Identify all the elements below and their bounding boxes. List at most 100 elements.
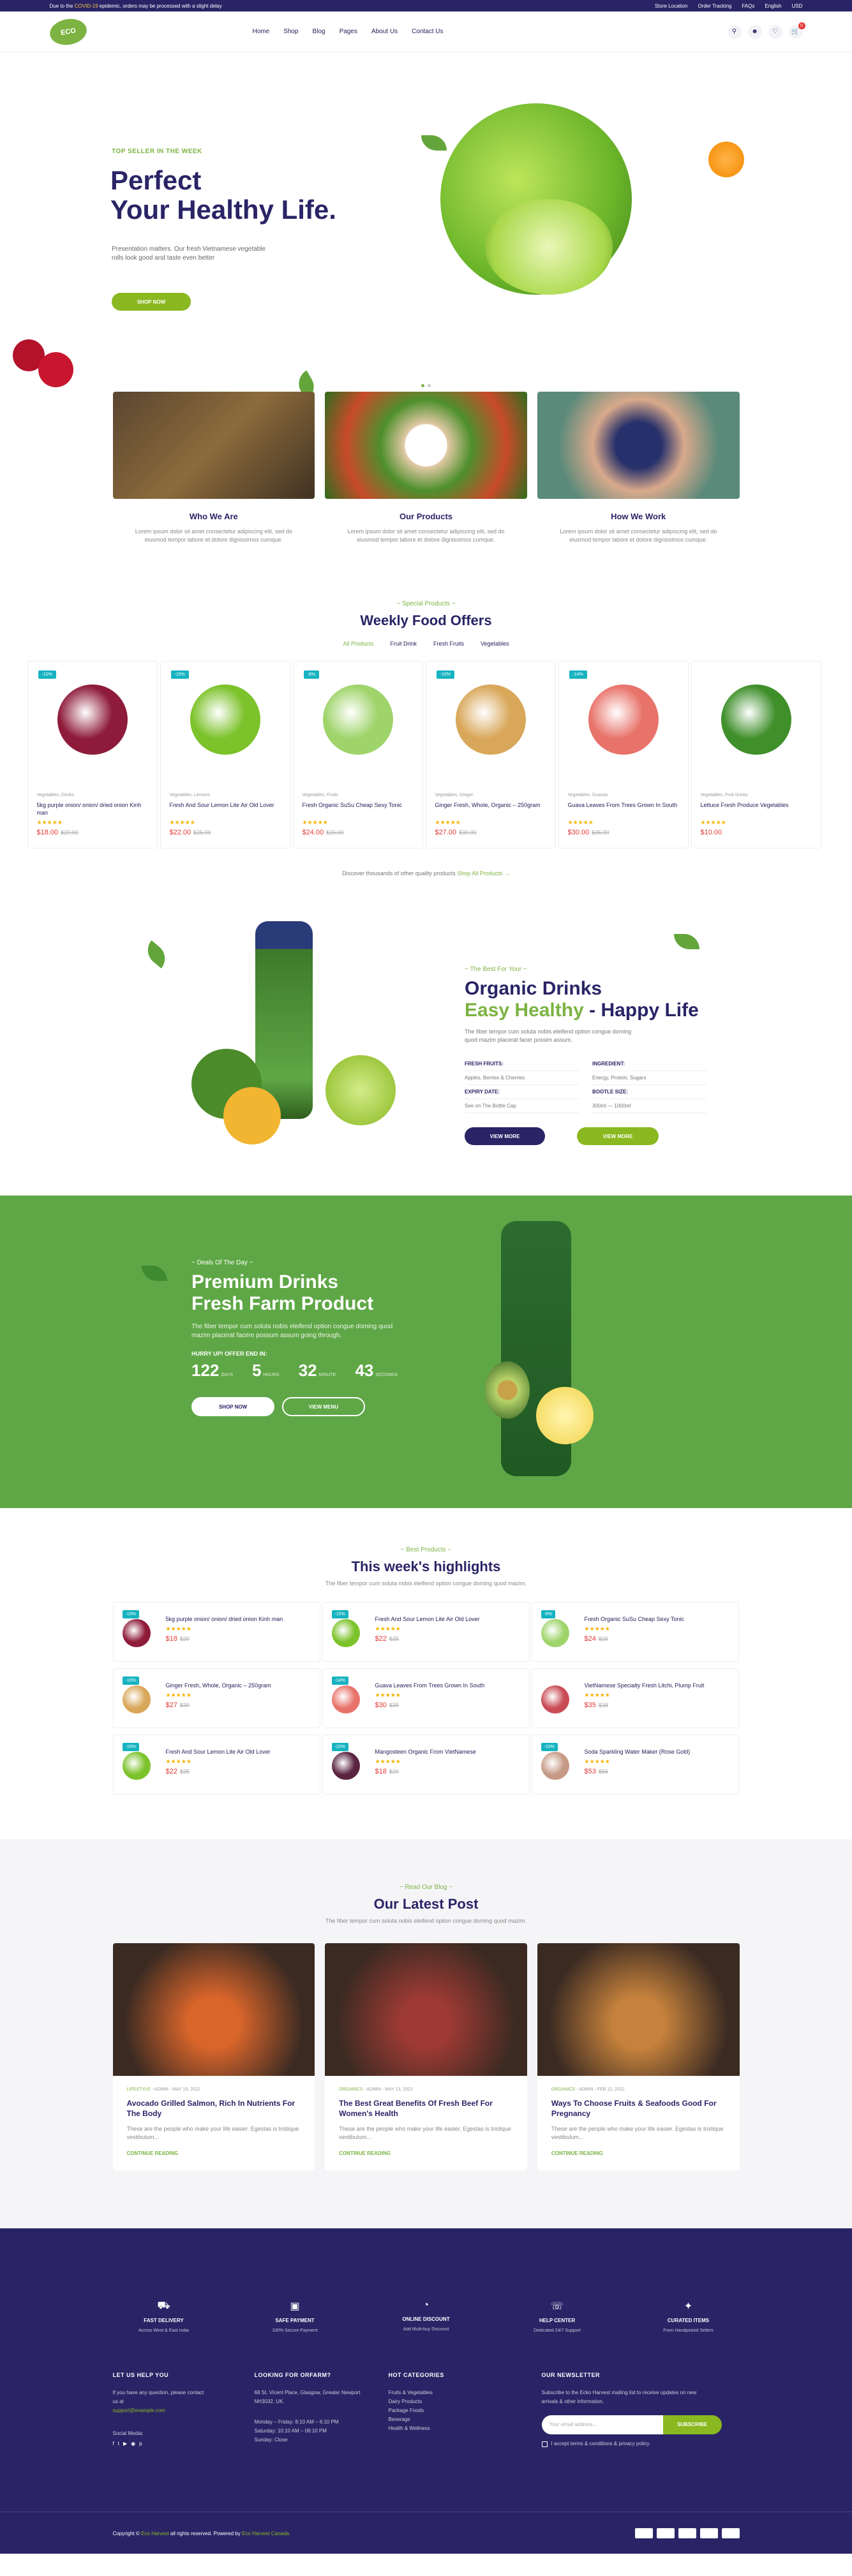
product-card[interactable]: Vegetables, Fruit Drinks Lettuce Fresh Pr… xyxy=(691,661,821,848)
post-category[interactable]: ORGANICS xyxy=(551,2087,575,2092)
continue-reading-link[interactable]: CONTINUE READING xyxy=(339,2150,513,2156)
product-image[interactable] xyxy=(588,685,659,755)
post-image[interactable] xyxy=(112,1943,315,2076)
product-image[interactable] xyxy=(322,685,393,755)
tab-vegetables[interactable]: Vegetables xyxy=(481,640,509,647)
youtube-icon[interactable]: ▶ xyxy=(123,2439,127,2448)
post-category[interactable]: LIFESTYLE xyxy=(127,2087,151,2092)
slider-dots[interactable] xyxy=(421,384,431,387)
product-card[interactable]: -10% Vegetables, Drinks 5kg purple onion/ … xyxy=(27,661,158,848)
post-title[interactable]: Avocado Grilled Salmon, Rich In Nutrient… xyxy=(127,2098,301,2119)
highlight-card[interactable]: -15% Fresh And Sour Lemon Lite Air Old Lo… xyxy=(322,1602,530,1662)
nav-blog[interactable]: Blog xyxy=(313,28,325,35)
support-email-link[interactable]: support@example.com xyxy=(113,2406,255,2415)
subscribe-button[interactable]: SUBSCRIBE xyxy=(662,2415,722,2434)
highlight-card[interactable]: -20% Mangosteen Organic From VietNamese ★★… xyxy=(322,1735,530,1795)
post-image[interactable] xyxy=(537,1943,740,2076)
nav-shop[interactable]: Shop xyxy=(283,28,298,35)
product-image[interactable] xyxy=(331,1619,360,1647)
terms-checkbox[interactable] xyxy=(541,2441,548,2447)
view-more-button[interactable]: VIEW MORE xyxy=(465,1127,545,1145)
store-location-link[interactable]: Store Location xyxy=(655,3,688,9)
nav-about[interactable]: About Us xyxy=(371,28,398,35)
product-image[interactable] xyxy=(122,1619,151,1647)
product-image[interactable] xyxy=(455,685,526,755)
blog-post-card[interactable]: ORGANICS - ADMIN - FEB 12, 2022 Ways To C… xyxy=(537,1943,740,2170)
product-image[interactable] xyxy=(190,685,260,755)
product-card[interactable]: -14% Vegetables, Guavas Guava Leaves From … xyxy=(558,661,689,848)
product-image[interactable] xyxy=(122,1752,151,1780)
product-name[interactable]: Mangosteen Organic From VietNamese xyxy=(375,1748,503,1756)
product-image[interactable] xyxy=(57,685,128,755)
post-category[interactable]: ORGANICS xyxy=(339,2087,362,2092)
blog-post-card[interactable]: ORGANICS - ADMIN - MAY 13, 2022 The Best … xyxy=(325,1943,527,2170)
nav-contact[interactable]: Contact Us xyxy=(412,28,443,35)
category-link[interactable]: Package Foods xyxy=(389,2406,523,2415)
product-name[interactable]: Soda Sparkling Water Maker (Rose Gold) xyxy=(585,1748,712,1756)
product-name[interactable]: Fresh And Sour Lemon Lite Air Old Lover xyxy=(166,1748,294,1756)
nav-home[interactable]: Home xyxy=(253,28,270,35)
product-name[interactable]: 5kg purple onion/ onion/ dried onion Kin… xyxy=(166,1615,294,1623)
facebook-icon[interactable]: f xyxy=(113,2439,114,2448)
category-link[interactable]: Health & Wellness xyxy=(389,2424,523,2433)
language-select[interactable]: English xyxy=(765,3,781,9)
pinterest-icon[interactable]: p xyxy=(139,2439,142,2448)
product-name[interactable]: Fresh And Sour Lemon Lite Air Old Lover xyxy=(375,1615,503,1623)
order-tracking-link[interactable]: Order Tracking xyxy=(698,3,731,9)
faqs-link[interactable]: FAQs xyxy=(742,3,754,9)
blog-post-card[interactable]: LIFESTYLE - ADMIN - MAY 15, 2022 Avocado … xyxy=(112,1943,315,2170)
highlight-card[interactable]: -14% Guava Leaves From Trees Grown In Sou… xyxy=(322,1668,530,1728)
product-image[interactable] xyxy=(721,685,791,755)
product-name[interactable]: Fresh Organic SuSu Cheap Sexy Tonic xyxy=(303,801,414,817)
logo[interactable]: ECO xyxy=(47,15,89,48)
shop-all-link[interactable]: Shop All Products → xyxy=(457,870,510,877)
product-name[interactable]: Guava Leaves From Trees Grown In South xyxy=(375,1682,503,1689)
cart-icon[interactable]: 🛒 0 xyxy=(788,22,805,39)
product-image[interactable] xyxy=(331,1685,360,1714)
deals-shop-now-button[interactable]: SHOP NOW xyxy=(191,1397,274,1416)
view-more-button-green[interactable]: VIEW MORE xyxy=(577,1127,659,1145)
shop-now-button[interactable]: SHOP NOW xyxy=(112,293,191,311)
product-card[interactable]: -10% Vegetables, Ginger Ginger Fresh, Whol… xyxy=(425,661,556,848)
category-link[interactable]: Fruits & Vegetables xyxy=(389,2388,523,2397)
newsletter-email-input[interactable]: Your email address... xyxy=(541,2415,663,2434)
nav-pages[interactable]: Pages xyxy=(340,28,357,35)
highlight-card[interactable]: -10% 5kg purple onion/ onion/ dried onion… xyxy=(112,1602,320,1662)
product-name[interactable]: Guava Leaves From Trees Grown In South xyxy=(568,801,679,817)
twitter-icon[interactable]: t xyxy=(118,2439,119,2448)
product-name[interactable]: VietNamese Specialty Fresh Litchi, Plump… xyxy=(585,1682,712,1689)
view-menu-button[interactable]: VIEW MENU xyxy=(282,1397,365,1416)
heart-icon[interactable]: ♡ xyxy=(768,24,782,39)
highlight-card[interactable]: VietNamese Specialty Fresh Litchi, Plump… xyxy=(531,1668,739,1728)
post-title[interactable]: Ways To Choose Fruits & Seafoods Good Fo… xyxy=(551,2098,726,2119)
product-card[interactable]: -8% Vegetables, Fruits Fresh Organic SuSu … xyxy=(292,661,423,848)
continue-reading-link[interactable]: CONTINUE READING xyxy=(551,2150,726,2156)
highlight-card[interactable]: -8% Fresh Organic SuSu Cheap Sexy Tonic ★★… xyxy=(531,1602,739,1662)
post-title[interactable]: The Best Great Benefits Of Fresh Beef Fo… xyxy=(339,2098,513,2119)
product-name[interactable]: Lettuce Fresh Produce Vegetables xyxy=(701,801,812,817)
tab-fresh-fruits[interactable]: Fresh Fruits xyxy=(433,640,464,647)
highlight-card[interactable]: -10% Ginger Fresh, Whole, Organic – 250gr… xyxy=(112,1668,320,1728)
product-image[interactable] xyxy=(541,1619,569,1647)
product-image[interactable] xyxy=(122,1685,151,1714)
tab-all-products[interactable]: All Products xyxy=(343,640,373,647)
product-image[interactable] xyxy=(541,1685,569,1714)
product-name[interactable]: Ginger Fresh, Whole, Organic – 250gram xyxy=(435,801,546,817)
category-link[interactable]: Beverage xyxy=(389,2415,523,2424)
highlight-card[interactable]: -15% Fresh And Sour Lemon Lite Air Old Lo… xyxy=(112,1735,320,1795)
user-icon[interactable]: ☻ xyxy=(747,24,762,39)
product-name[interactable]: Fresh And Sour Lemon Lite Air Old Lover xyxy=(170,801,281,817)
product-image[interactable] xyxy=(331,1752,360,1780)
product-name[interactable]: 5kg purple onion/ onion/ dried onion Kin… xyxy=(37,801,148,817)
product-image[interactable] xyxy=(541,1752,569,1780)
currency-select[interactable]: USD xyxy=(792,3,803,9)
search-icon[interactable]: ⚲ xyxy=(727,24,742,39)
instagram-icon[interactable]: ◉ xyxy=(131,2439,135,2448)
post-image[interactable] xyxy=(325,1943,527,2076)
product-name[interactable]: Ginger Fresh, Whole, Organic – 250gram xyxy=(166,1682,294,1689)
product-card[interactable]: -15% Vegetables, Lemons Fresh And Sour Lem… xyxy=(160,661,290,848)
tab-fruit-drink[interactable]: Fruit Drink xyxy=(390,640,417,647)
highlight-card[interactable]: -10% Soda Sparkling Water Maker (Rose Gol… xyxy=(531,1735,739,1795)
continue-reading-link[interactable]: CONTINUE READING xyxy=(127,2150,301,2156)
product-name[interactable]: Fresh Organic SuSu Cheap Sexy Tonic xyxy=(585,1615,712,1623)
